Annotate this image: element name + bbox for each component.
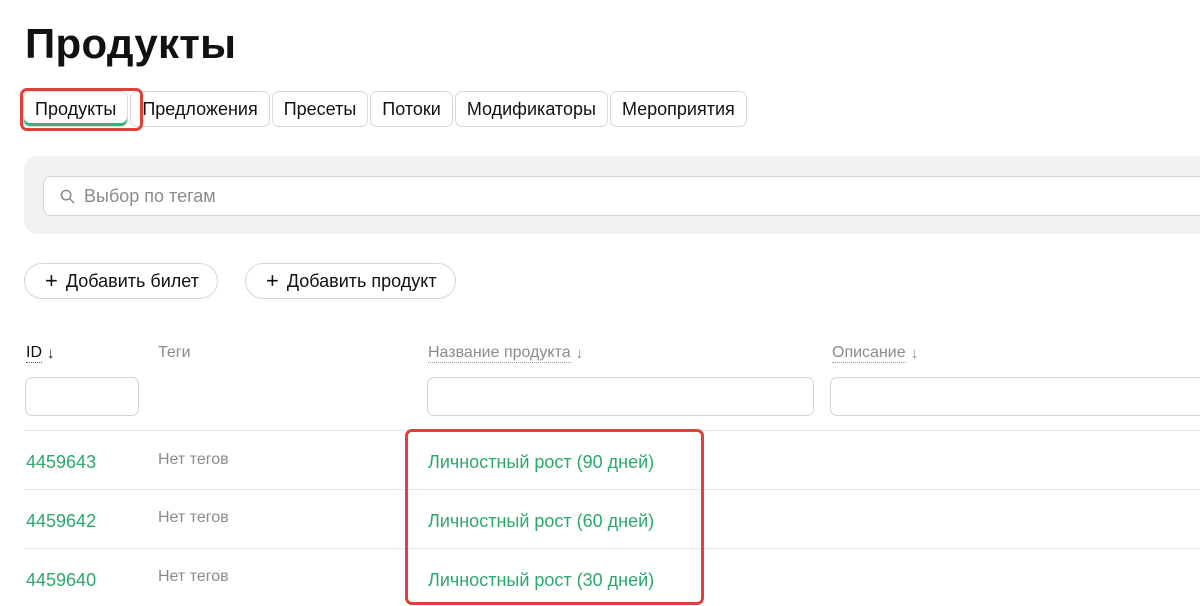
product-id-link[interactable]: 4459642 — [26, 511, 96, 532]
column-header-name[interactable]: Название продукта ↓ — [428, 344, 583, 363]
plus-icon: + — [266, 268, 279, 293]
add-product-label: Добавить продукт — [286, 270, 437, 291]
product-tags: Нет тегов — [158, 509, 229, 526]
column-header-id[interactable]: ID ↓ — [26, 344, 55, 363]
page-title: Продукты — [25, 20, 237, 67]
column-header-id-label: ID — [26, 344, 42, 363]
name-filter-input[interactable] — [427, 377, 814, 416]
sort-arrow-icon: ↓ — [910, 345, 919, 362]
sort-arrow-icon: ↓ — [47, 345, 55, 362]
column-header-name-label: Название продукта — [428, 344, 571, 363]
add-ticket-label: Добавить билет — [65, 270, 199, 291]
tab-modifiers[interactable]: Модификаторы — [454, 91, 608, 127]
add-ticket-button[interactable]: + Добавить билет — [24, 263, 218, 299]
highlight-frame-product-names — [405, 429, 704, 605]
add-product-button[interactable]: + Добавить продукт — [245, 263, 456, 299]
highlight-frame-tab — [20, 88, 143, 131]
column-header-description[interactable]: Описание ↓ — [832, 344, 918, 363]
tab-offers[interactable]: Предложения — [130, 91, 270, 127]
tab-streams[interactable]: Потоки — [370, 91, 453, 127]
description-filter-input[interactable] — [830, 377, 1200, 416]
product-id-link[interactable]: 4459640 — [26, 570, 96, 591]
column-header-description-label: Описание — [832, 344, 906, 363]
tab-presets[interactable]: Пресеты — [271, 91, 369, 127]
product-id-link[interactable]: 4459643 — [26, 452, 96, 473]
product-tags: Нет тегов — [158, 568, 229, 585]
product-tags: Нет тегов — [158, 451, 229, 468]
id-filter-input[interactable] — [25, 377, 139, 416]
search-icon — [60, 188, 76, 204]
tag-search-input[interactable] — [82, 184, 986, 208]
tab-events[interactable]: Мероприятия — [609, 91, 747, 127]
column-header-tags-label: Теги — [158, 344, 191, 361]
column-header-tags: Теги — [158, 344, 191, 362]
tag-search-box[interactable] — [43, 176, 1200, 216]
plus-icon: + — [45, 268, 58, 293]
sort-arrow-icon: ↓ — [575, 345, 584, 362]
